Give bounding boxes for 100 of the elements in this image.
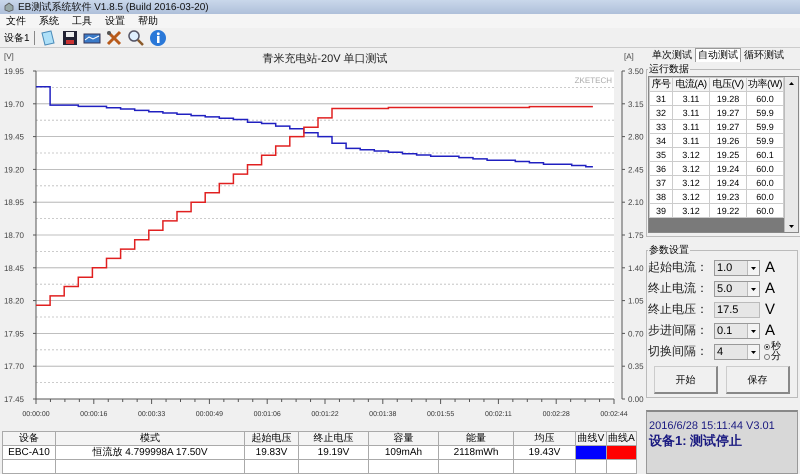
table-cell: 37: [650, 176, 672, 190]
axis-tick-label: 0.00: [628, 395, 644, 404]
axis-tick-label: 0.70: [628, 329, 644, 338]
axis-unit-label: [A]: [624, 52, 634, 61]
column-header: 终止电压: [298, 432, 368, 446]
tab[interactable]: 单次测试: [650, 50, 694, 62]
axis-tick-label: 17.95: [4, 329, 24, 338]
unit-label: A: [764, 280, 776, 297]
dropdown[interactable]: 4: [714, 344, 760, 360]
info-icon[interactable]: [148, 28, 167, 46]
table-cell: 19.83V: [244, 446, 298, 460]
tab[interactable]: 循环测试: [742, 50, 786, 62]
unit-label: A: [764, 259, 776, 276]
axis-tick-label: 17.70: [4, 362, 24, 372]
column-header: 功率(W): [746, 78, 784, 92]
axis-tick-label: 18.95: [4, 198, 24, 208]
table-cell: 3.11: [672, 106, 710, 120]
axis-tick-label: 19.95: [4, 67, 24, 76]
menu-item[interactable]: 系统: [39, 14, 59, 28]
table-cell: 31: [650, 92, 672, 106]
save-icon[interactable]: [60, 28, 79, 46]
table-cell: 33: [650, 120, 672, 134]
axis-tick-label: 17.45: [4, 395, 24, 404]
axis-tick-label: 2.10: [628, 198, 644, 208]
field-label: 起始电流：: [648, 259, 709, 276]
axis-tick-label: 18.70: [4, 231, 24, 240]
axis-tick-label: 3.50: [628, 67, 644, 76]
brand-label: ZKETECH: [574, 76, 612, 85]
radio-option[interactable]: 分: [764, 352, 781, 362]
caret-icon[interactable]: [747, 282, 759, 296]
input-field[interactable]: 17.5: [714, 302, 760, 318]
table-cell: 19.25: [710, 148, 746, 162]
field-label: 切换间隔：: [648, 343, 709, 360]
dropdown[interactable]: 0.1: [714, 322, 760, 338]
search-icon[interactable]: [126, 28, 145, 46]
axis-tick-label: 18.45: [4, 264, 24, 273]
axis-tick-label: 2.45: [628, 165, 644, 174]
axis-tick-label: 1.40: [628, 264, 644, 273]
window-title: EB测试系统软件 V1.8.5 (Build 2016-03-20): [18, 0, 209, 14]
table-cell: EBC-A10: [2, 446, 56, 460]
table-cell: 3.11: [672, 120, 710, 134]
column-header: 曲线A: [606, 432, 636, 446]
axis-tick-label: 3.15: [628, 100, 644, 109]
menu-item[interactable]: 文件: [6, 14, 26, 28]
caret-icon[interactable]: [747, 260, 759, 274]
menu-item[interactable]: 工具: [72, 14, 92, 28]
column-header: 电流(A): [672, 78, 710, 92]
dropdown[interactable]: 1.0: [714, 260, 760, 276]
status-message: 设备1: 测试停止: [649, 432, 744, 450]
field-label: 终止电流：: [648, 280, 709, 297]
chart-title: 青米充电站-20V 单口测试: [262, 53, 388, 65]
table-cell: 3.12: [672, 176, 710, 190]
axis-tick-label: 18.20: [4, 296, 24, 306]
column-header: 曲线V: [576, 432, 606, 446]
table-cell: 19.28: [710, 92, 746, 106]
app-icon: [4, 2, 14, 12]
table-cell: 19.19V: [298, 446, 368, 460]
table-cell: 3.12: [672, 148, 710, 162]
column-header: 均压: [514, 432, 576, 446]
action-button[interactable]: 开始: [654, 366, 718, 394]
unit-label: V: [764, 301, 776, 318]
column-header: 电压(V): [710, 78, 746, 92]
table-cell: 19.24: [710, 176, 746, 190]
caret-icon[interactable]: [747, 344, 759, 358]
action-button[interactable]: 保存: [726, 366, 790, 394]
field-label: 终止电压：: [648, 301, 709, 318]
axis-tick-label: 0.35: [628, 362, 644, 372]
status-line: 2016/6/28 15:11:44 V3.01: [649, 420, 776, 432]
table-cell: 19.27: [710, 106, 746, 120]
dropdown[interactable]: 5.0: [714, 280, 760, 296]
table-cell: 32: [650, 106, 672, 120]
table-cell: 19.24: [710, 162, 746, 176]
axis-tick-label: 1.75: [628, 231, 644, 240]
axis-tick-label: 1.05: [628, 296, 644, 306]
table-cell: 3.12: [672, 162, 710, 176]
axis-tick-label: 2.80: [628, 132, 644, 142]
unit-label: A: [764, 322, 776, 339]
table-cell: 36: [650, 162, 672, 176]
table-cell: 38: [650, 190, 672, 204]
table-cell: 3.12: [672, 190, 710, 204]
tools-icon[interactable]: [104, 28, 123, 46]
menu-item[interactable]: 设置: [105, 14, 125, 28]
column-header: 容量: [368, 432, 438, 446]
caret-icon[interactable]: [747, 324, 759, 338]
column-header: 起始电压: [244, 432, 298, 446]
radio-option[interactable]: 秒: [764, 342, 781, 352]
axis-unit-label: [V]: [4, 52, 14, 61]
menu-item[interactable]: 帮助: [138, 14, 158, 28]
table-cell: 3.11: [672, 92, 710, 106]
device-label: 设备1: [4, 32, 30, 44]
column-header: 能量: [438, 432, 514, 446]
table-cell: 19.43V: [514, 446, 576, 460]
table-cell: 19.23: [710, 190, 746, 204]
table-cell: 19.26: [710, 134, 746, 148]
column-header: 序号: [650, 78, 672, 92]
table-cell: 109mAh: [368, 446, 438, 460]
group-title: 运行数据: [648, 62, 690, 76]
table-cell: 恒流放 4.799998A 17.50V: [56, 446, 244, 460]
tab[interactable]: 自动测试: [695, 48, 741, 62]
group-title: 参数设置: [648, 244, 690, 257]
